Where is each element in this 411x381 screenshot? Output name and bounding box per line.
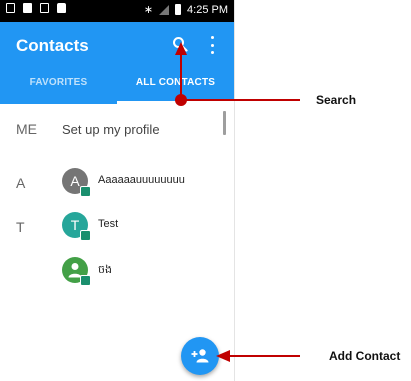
search-callout-label: Search	[316, 93, 357, 107]
add-contact-callout-label: Add Contact	[329, 349, 401, 363]
search-callout-dot	[175, 94, 187, 106]
search-arrow-head	[175, 42, 187, 55]
add-contact-arrow-head	[216, 350, 230, 362]
callout-arrows	[175, 42, 300, 362]
